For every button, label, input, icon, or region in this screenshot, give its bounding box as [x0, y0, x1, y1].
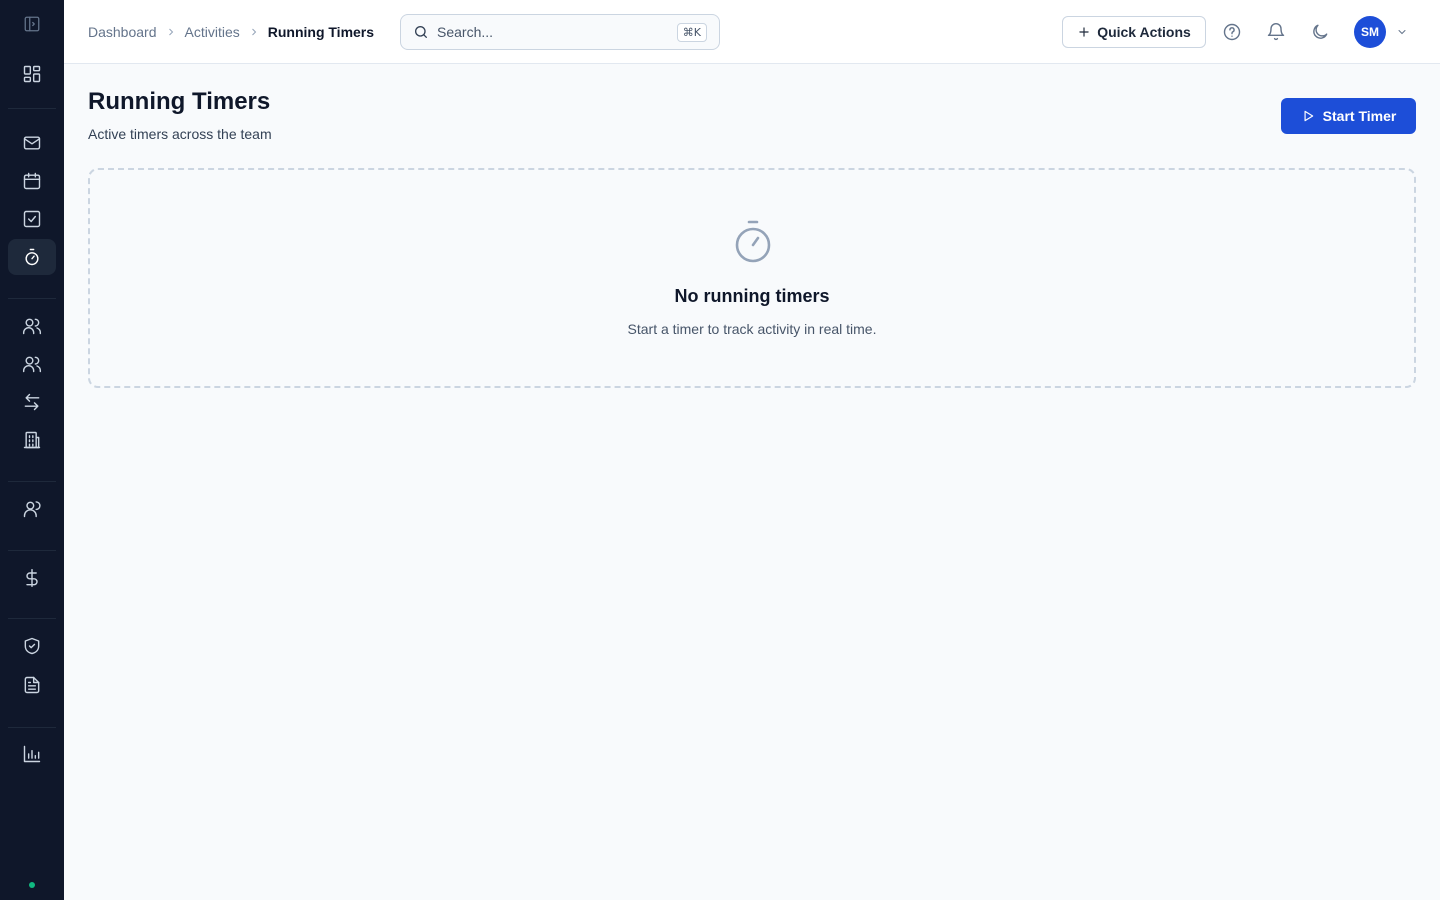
moon-icon: [1313, 24, 1328, 39]
help-circle-icon: [1223, 23, 1241, 41]
chevron-down-icon[interactable]: [1394, 24, 1410, 40]
sidebar-item-billing[interactable]: [8, 560, 56, 596]
sidebar-toggle-button[interactable]: [8, 6, 56, 42]
sidebar-item-reports[interactable]: [8, 736, 56, 772]
breadcrumb-dashboard[interactable]: Dashboard: [88, 24, 157, 40]
breadcrumb: Dashboard Activities Running Timers: [88, 22, 374, 42]
timer-icon: [25, 248, 39, 266]
quick-actions-button[interactable]: Quick Actions: [1062, 16, 1206, 48]
team-icon: [22, 356, 42, 373]
sidebar-item-contacts[interactable]: [8, 308, 56, 344]
play-icon: [1304, 110, 1313, 122]
company-icon: [23, 431, 41, 449]
sidebar-item-timers[interactable]: [8, 239, 56, 275]
document-icon: [24, 676, 40, 694]
sidebar-item-companies[interactable]: [8, 422, 56, 458]
sidebar-item-dashboard[interactable]: [8, 56, 56, 92]
empty-state-text: Start a timer to track activity in real …: [627, 321, 877, 337]
users-icon: [23, 501, 41, 518]
dollar-icon: [26, 568, 38, 588]
plus-icon: [1079, 27, 1089, 37]
sidebar-divider: [8, 550, 56, 551]
bell-icon: [1267, 23, 1285, 41]
breadcrumb-activities[interactable]: Activities: [185, 24, 240, 40]
panel-toggle-icon: [24, 16, 40, 32]
sidebar-divider: [8, 108, 56, 109]
avatar[interactable]: SM: [1354, 16, 1386, 48]
task-check-icon: [23, 210, 41, 228]
sidebar-divider: [8, 298, 56, 299]
sidebar-item-users[interactable]: [8, 491, 56, 527]
search-icon: [415, 26, 427, 38]
shield-icon: [24, 637, 40, 655]
notifications-button[interactable]: [1264, 20, 1288, 44]
sidebar-item-security[interactable]: [8, 628, 56, 664]
sidebar-item-documents[interactable]: [8, 667, 56, 703]
quick-actions-label: Quick Actions: [1097, 24, 1191, 40]
mail-icon: [23, 136, 41, 150]
contacts-icon: [22, 318, 42, 335]
search-box[interactable]: ⌘K: [400, 14, 720, 50]
breadcrumb-current: Running Timers: [267, 24, 375, 40]
start-timer-button[interactable]: Start Timer: [1281, 98, 1416, 134]
sidebar-item-transfers[interactable]: [8, 384, 56, 420]
sidebar-divider: [8, 481, 56, 482]
sidebar: [0, 0, 64, 900]
stopwatch-icon: [732, 218, 774, 266]
theme-toggle-button[interactable]: [1308, 20, 1332, 44]
top-header: Dashboard Activities Running Timers ⌘K Q…: [64, 0, 1440, 64]
help-button[interactable]: [1220, 20, 1244, 44]
sidebar-item-tasks[interactable]: [8, 201, 56, 237]
sidebar-divider: [8, 727, 56, 728]
calendar-icon: [23, 172, 41, 190]
transfer-icon: [24, 393, 40, 411]
page-subtitle: Active timers across the team: [88, 126, 272, 142]
search-shortcut-badge: ⌘K: [676, 22, 707, 42]
sidebar-item-emails[interactable]: [8, 125, 56, 161]
status-indicator: [29, 882, 35, 888]
reports-chart-icon: [23, 745, 41, 763]
start-timer-label: Start Timer: [1322, 108, 1397, 124]
search-input[interactable]: [437, 24, 677, 40]
empty-state-title: No running timers: [674, 286, 830, 306]
sidebar-divider: [8, 618, 56, 619]
chevron-right-icon: [248, 26, 260, 38]
sidebar-item-team[interactable]: [8, 346, 56, 382]
page-title: Running Timers: [88, 88, 271, 115]
chevron-right-icon: [165, 26, 177, 38]
empty-state-card: No running timers Start a timer to track…: [88, 168, 1416, 388]
sidebar-item-calendar[interactable]: [8, 163, 56, 199]
dashboard-grid-icon: [23, 65, 41, 83]
